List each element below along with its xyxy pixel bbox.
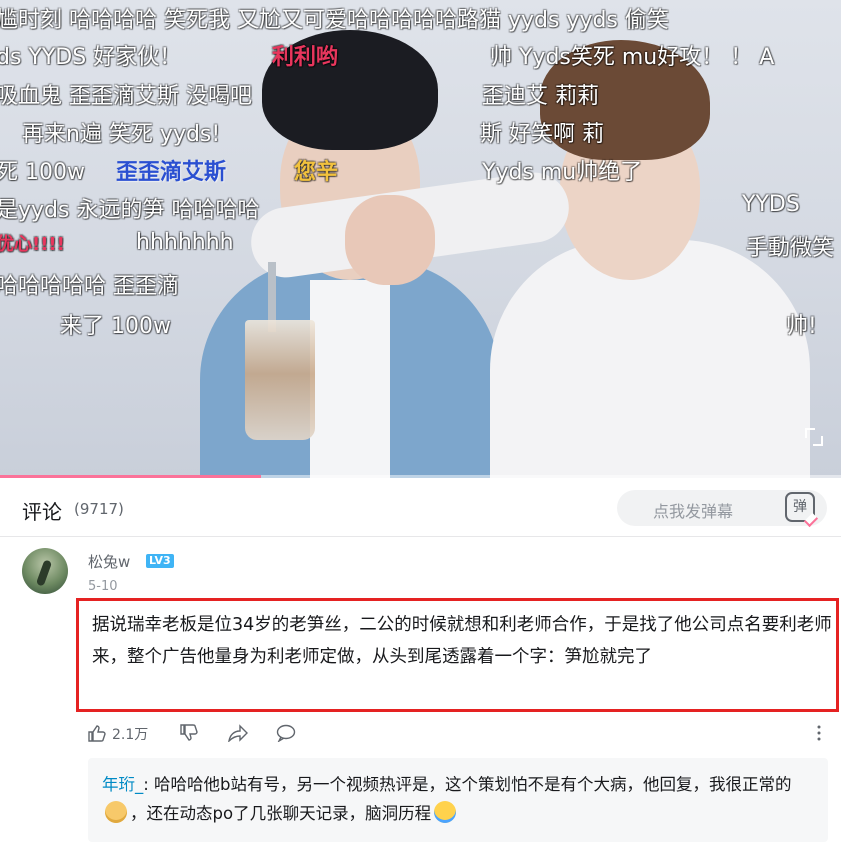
coffee-cup xyxy=(245,320,315,440)
danmaku-line: 来了 100w xyxy=(60,314,171,339)
level-badge: LV3 xyxy=(146,554,174,568)
danmaku-line: 再来n遍 笑死 yyds! xyxy=(22,122,221,147)
danmu-input-placeholder: 点我发弹幕 xyxy=(653,502,734,521)
reply-text-part2: ，还在动态po了几张聊天记录，脑洞历程 xyxy=(130,804,432,823)
avatar[interactable] xyxy=(22,548,68,594)
danmu-icon[interactable]: 弹 xyxy=(785,492,819,528)
more-icon[interactable] xyxy=(816,724,822,742)
danmaku-line: YYDS xyxy=(742,192,800,217)
share-icon[interactable] xyxy=(228,724,248,742)
cat-face-emoji-icon xyxy=(105,801,127,823)
danmu-button-label: 弹 xyxy=(793,499,807,515)
like-icon[interactable] xyxy=(88,724,106,742)
danmaku-line: 歪歪滴艾斯 xyxy=(116,160,227,185)
comment-text: 据说瑞幸老板是位34岁的老笋丝，二公的时候就想和利老师合作，于是找了他公司点名要… xyxy=(92,615,832,667)
comments-title: 评论 xyxy=(22,500,62,524)
danmaku-line: 尴时刻 哈哈哈哈 笑死我 又尬又可爱哈哈哈哈哈路猫 yyds yyds 偷笑 xyxy=(0,8,669,33)
danmaku-line: 是yyds 永远的笋 哈哈哈哈 xyxy=(0,198,260,223)
video-player[interactable]: 尴时刻 哈哈哈哈 笑死我 又尬又可爱哈哈哈哈哈路猫 yyds yyds 偷笑 d… xyxy=(0,0,841,478)
comment-actions: 2.1万 xyxy=(88,722,828,746)
danmaku-line: 手動微笑 xyxy=(746,236,835,261)
like-count: 2.1万 xyxy=(112,727,149,743)
danmaku-line: Yyds mu帅绝了 xyxy=(482,160,643,185)
danmaku-line: 帅 Yyds笑死 mu好攻！ ！ A xyxy=(490,45,775,70)
comments-header: 评论 (9717) 点我发弹幕 弹 xyxy=(0,478,841,537)
dislike-icon[interactable] xyxy=(180,724,198,742)
danmaku-line: ds YYDS 好家伙！ xyxy=(0,45,182,70)
danmaku-line: 帅! xyxy=(786,314,817,339)
reply-username[interactable]: 年珩_ xyxy=(102,775,143,794)
crying-face-emoji-icon xyxy=(434,801,457,823)
comment-date: 5-10 xyxy=(88,579,118,594)
danmaku-line: 您辛 xyxy=(294,160,339,185)
fullscreen-icon[interactable] xyxy=(805,428,823,446)
danmaku-line: hhhhhhh xyxy=(136,230,234,255)
danmaku-line: 哈哈哈哈哈 歪歪滴 xyxy=(0,274,179,299)
reply-icon[interactable] xyxy=(276,724,296,742)
reply-text: 年珩_: 哈哈哈他b站有号，另一个视频热评是，这个策划怕不是有个大病，他回复，我… xyxy=(102,770,814,828)
danmaku-line: 死 100w xyxy=(0,160,85,185)
danmaku-line: 斯 好笑啊 莉 xyxy=(480,122,604,147)
reply-text-part1: : 哈哈哈他b站有号，另一个视频热评是，这个策划怕不是有个大病，他回复，我很正常… xyxy=(143,775,792,794)
danmaku-line: 吸血鬼 歪歪滴艾斯 没喝吧 xyxy=(0,84,252,109)
danmaku-line: 歪迪艾 莉莉 xyxy=(482,84,599,109)
reply-preview[interactable]: 年珩_: 哈哈哈他b站有号，另一个视频热评是，这个策划怕不是有个大病，他回复，我… xyxy=(88,758,828,842)
comments-count: (9717) xyxy=(74,500,124,518)
danmaku-line: 利利哟 xyxy=(272,45,339,70)
danmaku-line: 优心!!!! xyxy=(0,234,65,255)
comment-username[interactable]: 松兔w xyxy=(88,551,130,572)
hand xyxy=(345,195,435,285)
